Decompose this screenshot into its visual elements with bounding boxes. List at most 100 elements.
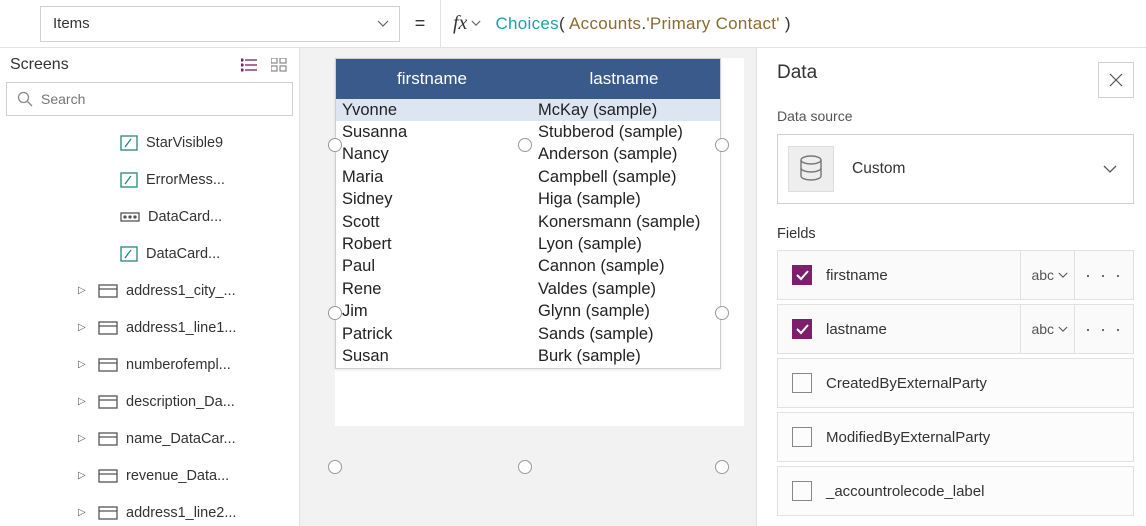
cell: Lyon (sample): [538, 235, 720, 254]
selection-handle[interactable]: [715, 306, 729, 320]
table-row[interactable]: SidneyHiga (sample): [336, 189, 720, 211]
tree-item-label: ErrorMess...: [146, 172, 225, 188]
tree-item[interactable]: StarVisible9: [0, 124, 299, 161]
column-header[interactable]: lastname: [528, 69, 720, 89]
caret-right-icon[interactable]: ▷: [78, 433, 92, 444]
formula-bar: Items = fx Choices( Accounts.'Primary Co…: [0, 0, 1146, 48]
caret-right-icon[interactable]: ▷: [78, 507, 92, 518]
selection-handle[interactable]: [328, 138, 342, 152]
selection-handle[interactable]: [715, 138, 729, 152]
data-source-name: Custom: [852, 160, 1103, 178]
table-row[interactable]: SusanBurk (sample): [336, 345, 720, 367]
tree-item[interactable]: ▷ address1_city_...: [0, 272, 299, 309]
grid-view-icon[interactable]: [271, 58, 287, 72]
more-options-button[interactable]: · · ·: [1074, 305, 1123, 353]
field-label: CreatedByExternalParty: [826, 375, 1123, 392]
table-row[interactable]: PatrickSands (sample): [336, 323, 720, 345]
cell: Valdes (sample): [538, 280, 720, 299]
table-row[interactable]: ReneValdes (sample): [336, 278, 720, 300]
card-icon: [98, 395, 118, 409]
field-type-selector[interactable]: abc: [1020, 251, 1074, 299]
tree-item[interactable]: ▷address1_line1...: [0, 309, 299, 346]
more-options-button[interactable]: · · ·: [1074, 251, 1123, 299]
cell: Susanna: [342, 123, 538, 142]
selection-handle[interactable]: [715, 460, 729, 474]
column-header[interactable]: firstname: [336, 69, 528, 89]
checkbox[interactable]: [792, 265, 812, 285]
card-icon: [98, 284, 118, 298]
table-row[interactable]: PaulCannon (sample): [336, 256, 720, 278]
checkbox[interactable]: [792, 481, 812, 501]
selection-handle[interactable]: [328, 306, 342, 320]
table-row[interactable]: ScottKonersmann (sample): [336, 211, 720, 233]
field-row[interactable]: ModifiedByExternalParty: [777, 412, 1134, 462]
tree-item-label: name_DataCar...: [126, 431, 236, 447]
fields-list: firstnameabc · · ·lastnameabc · · ·Creat…: [777, 250, 1134, 516]
canvas[interactable]: firstname lastname YvonneMcKay (sample) S…: [300, 48, 756, 526]
selection-handle[interactable]: [518, 460, 532, 474]
tree-item[interactable]: ▷revenue_Data...: [0, 457, 299, 494]
tree-item[interactable]: ▷ address1_line2...: [0, 494, 299, 526]
tree-item[interactable]: DataCard...: [0, 235, 299, 272]
text-icon: [120, 135, 138, 151]
card-icon: [98, 432, 118, 446]
chevron-down-icon: [377, 20, 389, 28]
caret-right-icon[interactable]: ▷: [78, 322, 92, 333]
close-button[interactable]: [1098, 62, 1134, 98]
cell: Anderson (sample): [538, 145, 720, 164]
tree-item-label: StarVisible9: [146, 135, 223, 151]
field-row[interactable]: CreatedByExternalParty: [777, 358, 1134, 408]
caret-right-icon[interactable]: ▷: [78, 396, 92, 407]
card-icon: [98, 469, 118, 483]
field-row[interactable]: lastnameabc · · ·: [777, 304, 1134, 354]
tree-item-label: description_Da...: [126, 394, 235, 410]
caret-right-icon[interactable]: ▷: [78, 470, 92, 481]
table-row[interactable]: YvonneMcKay (sample): [336, 99, 720, 121]
table-header-row: firstname lastname: [336, 59, 720, 99]
field-label: firstname: [826, 267, 1020, 284]
search-icon: [17, 91, 33, 107]
caret-right-icon[interactable]: ▷: [78, 285, 92, 296]
property-dropdown[interactable]: Items: [40, 6, 400, 42]
field-label: lastname: [826, 321, 1020, 338]
selection-handle[interactable]: [328, 460, 342, 474]
field-type-selector[interactable]: abc: [1020, 305, 1074, 353]
tree-item-label: address1_line2...: [126, 505, 236, 521]
cell: Maria: [342, 168, 538, 187]
field-row[interactable]: _accountrolecode_label: [777, 466, 1134, 516]
card-icon: [98, 321, 118, 335]
checkbox[interactable]: [792, 427, 812, 447]
tree-item[interactable]: ▷ description_Da...: [0, 383, 299, 420]
data-panel: Data Data source Custom Fields firstname…: [756, 48, 1146, 526]
checkbox[interactable]: [792, 373, 812, 393]
cell: Konersmann (sample): [538, 213, 720, 232]
tree-item[interactable]: ErrorMess...: [0, 161, 299, 198]
cell: Stubberod (sample): [538, 123, 720, 142]
cell: Sands (sample): [538, 325, 720, 344]
tree-item[interactable]: DataCard...: [0, 198, 299, 235]
table-row[interactable]: JimGlynn (sample): [336, 301, 720, 323]
chevron-down-icon: [1103, 165, 1117, 174]
search-box[interactable]: [6, 82, 293, 116]
tree-item-label: address1_city_...: [126, 283, 236, 299]
selection-handle[interactable]: [518, 138, 532, 152]
data-panel-title: Data: [777, 62, 817, 84]
field-label: _accountrolecode_label: [826, 483, 1123, 500]
text-icon: [120, 246, 138, 262]
data-table-control[interactable]: firstname lastname YvonneMcKay (sample) S…: [335, 58, 721, 369]
data-source-label: Data source: [777, 108, 1134, 124]
tree-item[interactable]: ▷ name_DataCar...: [0, 420, 299, 457]
cell: Sidney: [342, 190, 538, 209]
field-row[interactable]: firstnameabc · · ·: [777, 250, 1134, 300]
list-view-icon[interactable]: [241, 58, 259, 72]
formula-text[interactable]: Choices( Accounts.'Primary Contact' ): [495, 14, 790, 34]
checkbox[interactable]: [792, 319, 812, 339]
table-row[interactable]: MariaCampbell (sample): [336, 166, 720, 188]
caret-right-icon[interactable]: ▷: [78, 359, 92, 370]
search-input[interactable]: [41, 91, 282, 107]
data-source-selector[interactable]: Custom: [777, 134, 1134, 204]
tree-item[interactable]: ▷numberofempl...: [0, 346, 299, 383]
formula-input-wrap[interactable]: fx Choices( Accounts.'Primary Contact' ): [440, 0, 1146, 47]
chevron-down-icon[interactable]: [471, 20, 481, 27]
table-row[interactable]: RobertLyon (sample): [336, 233, 720, 255]
